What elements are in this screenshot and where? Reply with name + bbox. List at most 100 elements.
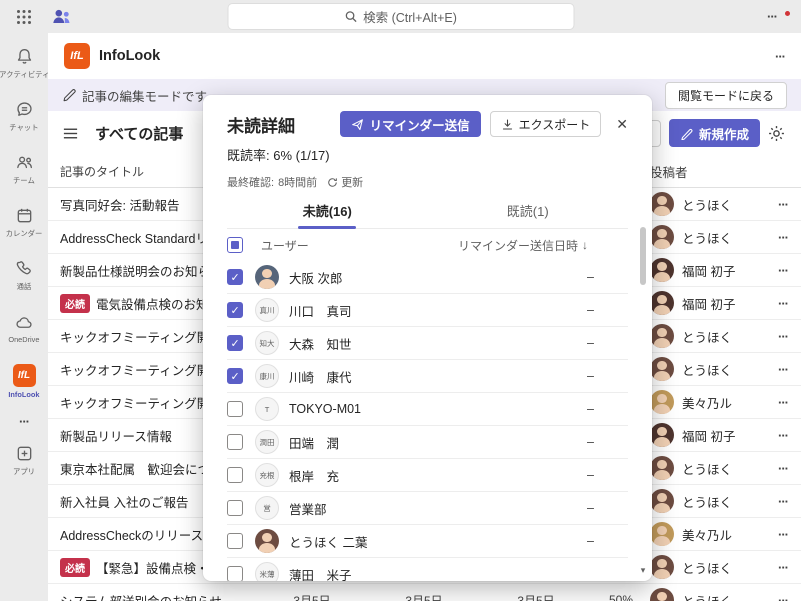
article-author-cell: とうほく xyxy=(650,588,765,601)
teams-logo-icon[interactable] xyxy=(50,6,72,28)
article-author-cell: 福岡 初子 xyxy=(650,291,765,315)
article-row[interactable]: システム部送別会のお知らせ 3月5日 3月5日 3月5日 50% とうほく ··… xyxy=(48,584,801,601)
rail-more-icon[interactable]: ··· xyxy=(0,408,48,434)
app-more-icon[interactable]: ··· xyxy=(775,49,785,64)
back-to-view-mode-button[interactable]: 閲覧モードに戻る xyxy=(665,82,787,109)
row-more-icon[interactable]: ··· xyxy=(778,296,788,311)
author-name: 福岡 初子 xyxy=(682,426,735,445)
edit-mode-message: 記事の編集モードです。 xyxy=(82,86,218,105)
app-header: IfL InfoLook ··· xyxy=(48,33,801,79)
row-checkbox[interactable] xyxy=(227,302,243,318)
search-input[interactable]: 検索 (Ctrl+Alt+E) xyxy=(228,4,573,29)
row-checkbox[interactable] xyxy=(227,335,243,351)
row-checkbox[interactable] xyxy=(227,467,243,483)
row-more-icon[interactable]: ··· xyxy=(778,494,788,509)
tab-read[interactable]: 既読(1) xyxy=(428,198,629,228)
select-all-checkbox[interactable] xyxy=(227,237,243,253)
author-name: とうほく xyxy=(682,558,732,577)
author-name: とうほく xyxy=(682,360,732,379)
user-name: 田端 潤 xyxy=(289,433,339,452)
column-reminder-datetime[interactable]: リマインダー送信日時 ↓ xyxy=(458,237,628,254)
user-row[interactable]: 潤田 田端 潤 – xyxy=(227,426,628,459)
reminder-datetime-value: – xyxy=(587,402,628,416)
rail-item-infolook[interactable]: IfL InfoLook xyxy=(0,355,48,408)
rail-item-onedrive[interactable]: OneDrive xyxy=(0,302,48,355)
close-icon[interactable]: ✕ xyxy=(616,116,628,133)
row-checkbox[interactable] xyxy=(227,434,243,450)
user-row[interactable]: 真川 川口 真司 – xyxy=(227,294,628,327)
scroll-down-icon[interactable]: ▾ xyxy=(637,565,649,576)
row-more-icon[interactable]: ··· xyxy=(778,197,788,212)
user-row[interactable]: 営 営業部 – xyxy=(227,492,628,525)
row-more-icon[interactable]: ··· xyxy=(778,461,788,476)
cloud-icon xyxy=(14,313,34,332)
tab-unread[interactable]: 未読(16) xyxy=(227,198,428,228)
article-author-cell: とうほく xyxy=(650,192,765,216)
column-author[interactable]: 投稿者 xyxy=(650,162,765,181)
reminder-datetime-value: – xyxy=(587,303,628,317)
row-checkbox[interactable] xyxy=(227,269,243,285)
row-more-icon[interactable]: ··· xyxy=(778,329,788,344)
rail-item-teams[interactable]: チーム xyxy=(0,143,48,196)
author-name: とうほく xyxy=(682,492,732,511)
calendar-icon xyxy=(15,206,34,225)
row-more-icon[interactable]: ··· xyxy=(778,230,788,245)
row-more-icon[interactable]: ··· xyxy=(778,560,788,575)
user-name: とうほく 二葉 xyxy=(289,532,367,551)
user-photo-avatar xyxy=(255,529,279,553)
article-title: 写真同好会: 活動報告 xyxy=(60,195,179,214)
row-checkbox[interactable] xyxy=(227,401,243,417)
row-more-icon[interactable]: ··· xyxy=(778,527,788,542)
gear-icon[interactable] xyxy=(768,125,785,142)
top-bar: 検索 (Ctrl+Alt+E) ··· xyxy=(0,0,801,33)
user-initials-avatar: 潤田 xyxy=(255,430,279,454)
row-more-icon[interactable]: ··· xyxy=(778,428,788,443)
user-row[interactable]: とうほく 二葉 – xyxy=(227,525,628,558)
user-row[interactable]: T TOKYO-M01 – xyxy=(227,393,628,426)
rail-item-calendar[interactable]: カレンダー xyxy=(0,196,48,249)
infolook-logo-icon: IfL xyxy=(64,43,90,69)
new-article-button[interactable]: 新規作成 xyxy=(669,119,760,147)
user-row[interactable]: 康川 川崎 康代 – xyxy=(227,360,628,393)
search-icon xyxy=(344,10,357,23)
row-checkbox[interactable] xyxy=(227,533,243,549)
user-row[interactable]: 知大 大森 知世 – xyxy=(227,327,628,360)
author-name: とうほく xyxy=(682,327,732,346)
user-name: 根岸 充 xyxy=(289,466,339,485)
article-read-rate: 50% xyxy=(592,593,650,601)
row-more-icon[interactable]: ··· xyxy=(778,593,788,601)
user-initials-avatar: 充根 xyxy=(255,463,279,487)
user-row[interactable]: 米薄 薄田 米子 xyxy=(227,558,628,581)
send-reminder-button[interactable]: リマインダー送信 xyxy=(340,111,481,137)
reminder-datetime-value: – xyxy=(587,468,628,482)
refresh-link[interactable]: 更新 xyxy=(327,174,363,190)
article-author-cell: 福岡 初子 xyxy=(650,423,765,447)
dialog-title: 未読詳細 xyxy=(227,112,295,137)
rail-item-chat[interactable]: チャット xyxy=(0,90,48,143)
hamburger-icon[interactable] xyxy=(62,125,79,142)
compose-icon xyxy=(680,127,693,140)
modal-scrollbar[interactable] xyxy=(638,223,648,559)
rail-item-activity[interactable]: アクティビティ xyxy=(0,37,48,90)
rail-item-calls[interactable]: 通話 xyxy=(0,249,48,302)
row-checkbox[interactable] xyxy=(227,500,243,516)
row-checkbox[interactable] xyxy=(227,566,243,581)
row-more-icon[interactable]: ··· xyxy=(778,362,788,377)
waffle-menu-icon[interactable] xyxy=(0,9,48,25)
user-list-header: ユーザー リマインダー送信日時 ↓ xyxy=(227,229,628,261)
scrollbar-thumb[interactable] xyxy=(640,227,646,285)
row-more-icon[interactable]: ··· xyxy=(778,263,788,278)
row-checkbox[interactable] xyxy=(227,368,243,384)
user-name: 大阪 次郎 xyxy=(289,268,342,287)
rail-item-apps[interactable]: アプリ xyxy=(0,434,48,487)
row-more-icon[interactable]: ··· xyxy=(778,395,788,410)
author-name: とうほく xyxy=(682,228,732,247)
user-list: 大阪 次郎 – 真川 川口 真司 – 知大 大森 知世 – xyxy=(227,261,628,581)
export-button[interactable]: エクスポート xyxy=(490,111,602,137)
author-avatar xyxy=(650,324,674,348)
user-row[interactable]: 充根 根岸 充 – xyxy=(227,459,628,492)
topbar-more-icon[interactable]: ··· xyxy=(767,9,777,24)
last-checked: 最終確認: 8時間前 更新 xyxy=(227,174,628,190)
infolook-logo-icon: IfL xyxy=(13,364,36,387)
user-row[interactable]: 大阪 次郎 – xyxy=(227,261,628,294)
